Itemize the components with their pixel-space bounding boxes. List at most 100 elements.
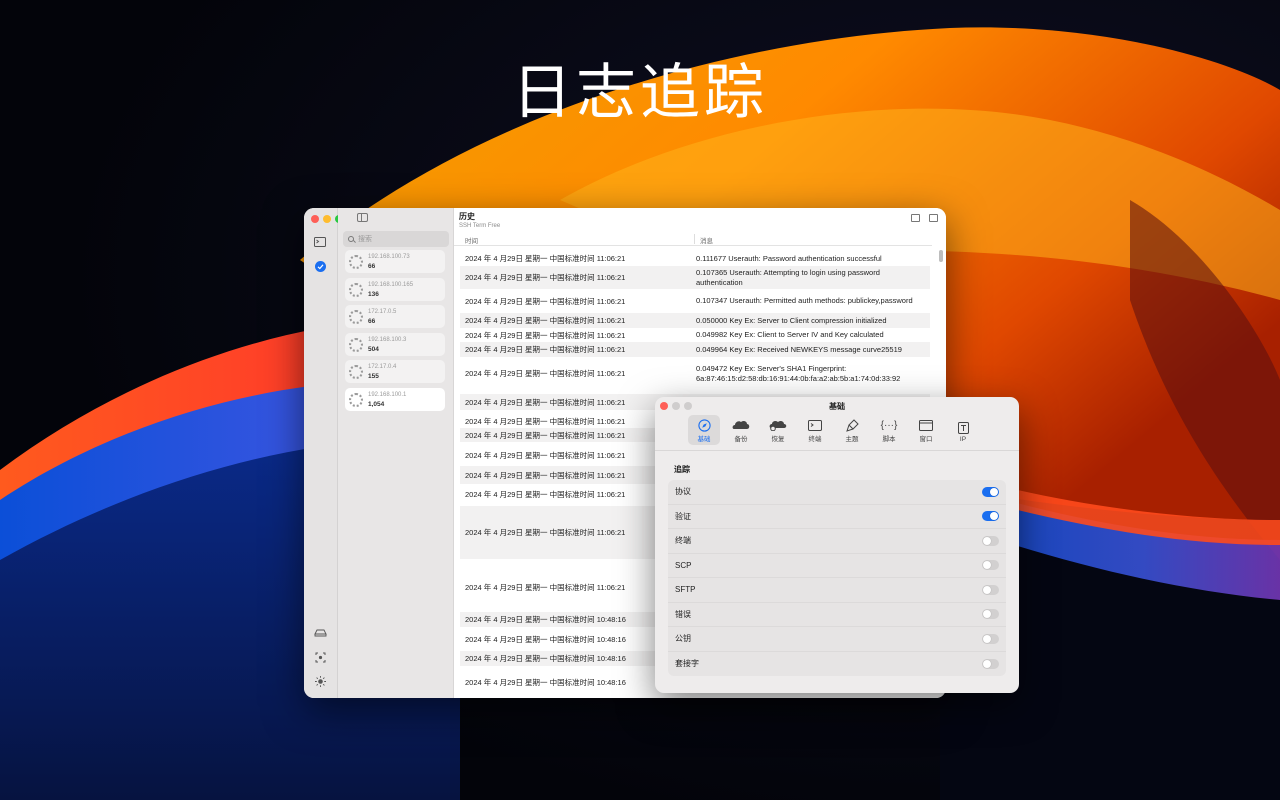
server-list: 搜索 192.168.100.73 66 192.168.100.165 136 1… [338, 208, 454, 698]
log-message: 0.107365 Userauth: Attempting to login u… [696, 268, 880, 287]
server-ip: 172.17.0.4 [368, 363, 397, 370]
table-row[interactable]: 2024 年 4 月29日 星期一 中国标准时间 11:06:21 0.11167… [460, 251, 930, 266]
socket-switch[interactable] [982, 658, 999, 669]
braces-icon: {···} [880, 419, 898, 431]
tab-terminal[interactable]: 终端 [799, 415, 831, 445]
log-message: 0.111677 Userauth: Password authenticati… [696, 253, 882, 263]
tab-label: IP [959, 436, 967, 443]
toggle-label: 公钥 [675, 634, 691, 644]
publickey-switch[interactable] [982, 633, 999, 644]
brush-icon [845, 418, 859, 432]
log-time: 2024 年 4 月29日 星期一 中国标准时间 11:06:21 [465, 296, 626, 306]
log-message: 0.049472 Key Ex: Server's SHA1 Fingerpri… [696, 364, 901, 383]
table-row[interactable]: 2024 年 4 月29日 星期一 中国标准时间 11:06:21 0.10734… [460, 289, 930, 313]
toggle-row-protocol: 协议 [668, 480, 1006, 505]
log-time: 2024 年 4 月29日 星期一 中国标准时间 11:06:21 [465, 254, 626, 263]
tab-theme[interactable]: 主题 [836, 415, 868, 445]
search-icon [348, 236, 354, 242]
error-switch[interactable] [982, 609, 999, 620]
search-field[interactable]: 搜索 [343, 231, 449, 247]
server-ip: 192.168.100.3 [368, 336, 407, 343]
tab-label: 终端 [808, 436, 822, 443]
table-row[interactable]: 2024 年 4 月29日 星期一 中国标准时间 11:06:21 0.10736… [460, 266, 930, 289]
column-time[interactable]: 时间 [465, 235, 478, 245]
sftp-switch[interactable] [982, 584, 999, 595]
compass-icon [697, 418, 711, 432]
server-log-count: 136 [368, 290, 379, 298]
settings-title: 基础 [829, 402, 845, 411]
server-item[interactable]: 172.17.0.5 66 [345, 305, 445, 328]
toolbar-divider [655, 450, 1019, 451]
tab-script[interactable]: {···} 脚本 [873, 415, 905, 445]
tab-label: 窗口 [919, 436, 933, 443]
log-time: 2024 年 4 月29日 星期一 中国标准时间 11:06:21 [465, 330, 626, 340]
tab-label: 恢复 [771, 436, 785, 443]
window-icon [919, 418, 933, 432]
log-message: 0.049964 Key Ex: Received NEWKEYS messag… [696, 344, 902, 354]
server-log-count: 155 [368, 372, 379, 380]
network-icon[interactable] [313, 625, 327, 639]
toggle-row-scp: SCP [668, 554, 1006, 578]
tab-window[interactable]: 窗口 [910, 415, 942, 445]
server-log-count: 1,054 [368, 400, 385, 408]
server-ip: 192.168.100.73 [368, 253, 410, 260]
toggle-row-sftp: SFTP [668, 578, 1006, 603]
log-message: 0.049982 Key Ex: Client to Server IV and… [696, 330, 884, 340]
auth-switch[interactable] [982, 511, 999, 522]
table-row[interactable]: 2024 年 4 月29日 星期一 中国标准时间 11:06:21 0.04996… [460, 342, 930, 357]
inspector-toggle-icon[interactable] [929, 214, 938, 222]
toggle-row-terminal: 终端 [668, 529, 1006, 554]
scan-icon[interactable] [313, 650, 327, 664]
scp-switch[interactable] [982, 560, 999, 571]
log-message: 0.107347 Userauth: Permitted auth method… [696, 296, 913, 306]
tab-label: 基础 [697, 436, 711, 443]
activity-icon [349, 309, 363, 324]
page-title: 历史 [459, 212, 475, 221]
activity-icon [349, 282, 363, 297]
protocol-switch[interactable] [982, 486, 999, 497]
tab-ip[interactable]: IP [947, 415, 979, 445]
server-log-count: 66 [368, 317, 376, 325]
sidebar-toggle-icon[interactable] [357, 213, 368, 222]
log-time: 2024 年 4 月29日 星期一 中国标准时间 11:06:21 [465, 369, 626, 378]
tab-backup[interactable]: 备份 [725, 415, 757, 445]
activity-icon [349, 364, 363, 379]
column-message[interactable]: 消息 [700, 235, 713, 245]
table-header: 时间 消息 [454, 232, 932, 246]
toggle-row-auth: 验证 [668, 505, 1006, 529]
server-item[interactable]: 192.168.100.3 504 [345, 333, 445, 356]
table-row[interactable]: 2024 年 4 月29日 星期一 中国标准时间 11:06:21 0.05000… [460, 313, 930, 328]
history-icon[interactable] [313, 259, 327, 273]
server-item[interactable]: 192.168.100.73 66 [345, 250, 445, 273]
toggle-label: 验证 [675, 511, 691, 521]
restore-icon [769, 418, 787, 432]
server-ip: 172.17.0.5 [368, 308, 397, 315]
toggle-row-publickey: 公钥 [668, 627, 1006, 652]
close-button[interactable] [311, 215, 319, 223]
tab-restore[interactable]: 恢复 [762, 415, 794, 445]
table-row[interactable]: 2024 年 4 月29日 星期一 中国标准时间 11:06:21 0.04947… [460, 357, 930, 390]
server-item[interactable]: 192.168.100.165 136 [345, 278, 445, 301]
export-icon[interactable] [911, 214, 920, 222]
hero-title: 日志追踪 [512, 58, 768, 128]
server-item-selected[interactable]: 192.168.100.1 1,054 [345, 388, 445, 411]
brightness-icon[interactable] [313, 674, 327, 688]
server-ip: 192.168.100.1 [368, 391, 407, 398]
log-time: 2024 年 4 月29日 星期一 中国标准时间 11:06:21 [465, 316, 626, 325]
settings-window: 基础 基础 备份 恢复 终端 主题 {···} 脚本 窗口 IP 追踪 协议 验… [655, 397, 1019, 693]
tab-basic[interactable]: 基础 [688, 415, 720, 445]
server-ip: 192.168.100.165 [368, 281, 414, 288]
log-message: 0.050000 Key Ex: Server to Client compre… [696, 315, 887, 325]
log-time: 2024 年 4 月29日 星期一 中国标准时间 11:06:21 [465, 345, 626, 354]
terminal-icon[interactable] [313, 235, 327, 249]
table-row[interactable]: 2024 年 4 月29日 星期一 中国标准时间 11:06:21 0.04998… [460, 328, 930, 342]
page-subtitle: SSH Term Free [459, 223, 501, 229]
terminal-switch[interactable] [982, 535, 999, 546]
icon-rail [304, 208, 343, 698]
toggle-label: SFTP [675, 585, 696, 595]
settings-toolbar: 基础 备份 恢复 终端 主题 {···} 脚本 窗口 IP [688, 415, 979, 445]
scrollbar[interactable] [939, 250, 943, 262]
minimize-button[interactable] [323, 215, 331, 223]
server-item[interactable]: 172.17.0.4 155 [345, 360, 445, 383]
tab-label: 主题 [845, 436, 859, 443]
